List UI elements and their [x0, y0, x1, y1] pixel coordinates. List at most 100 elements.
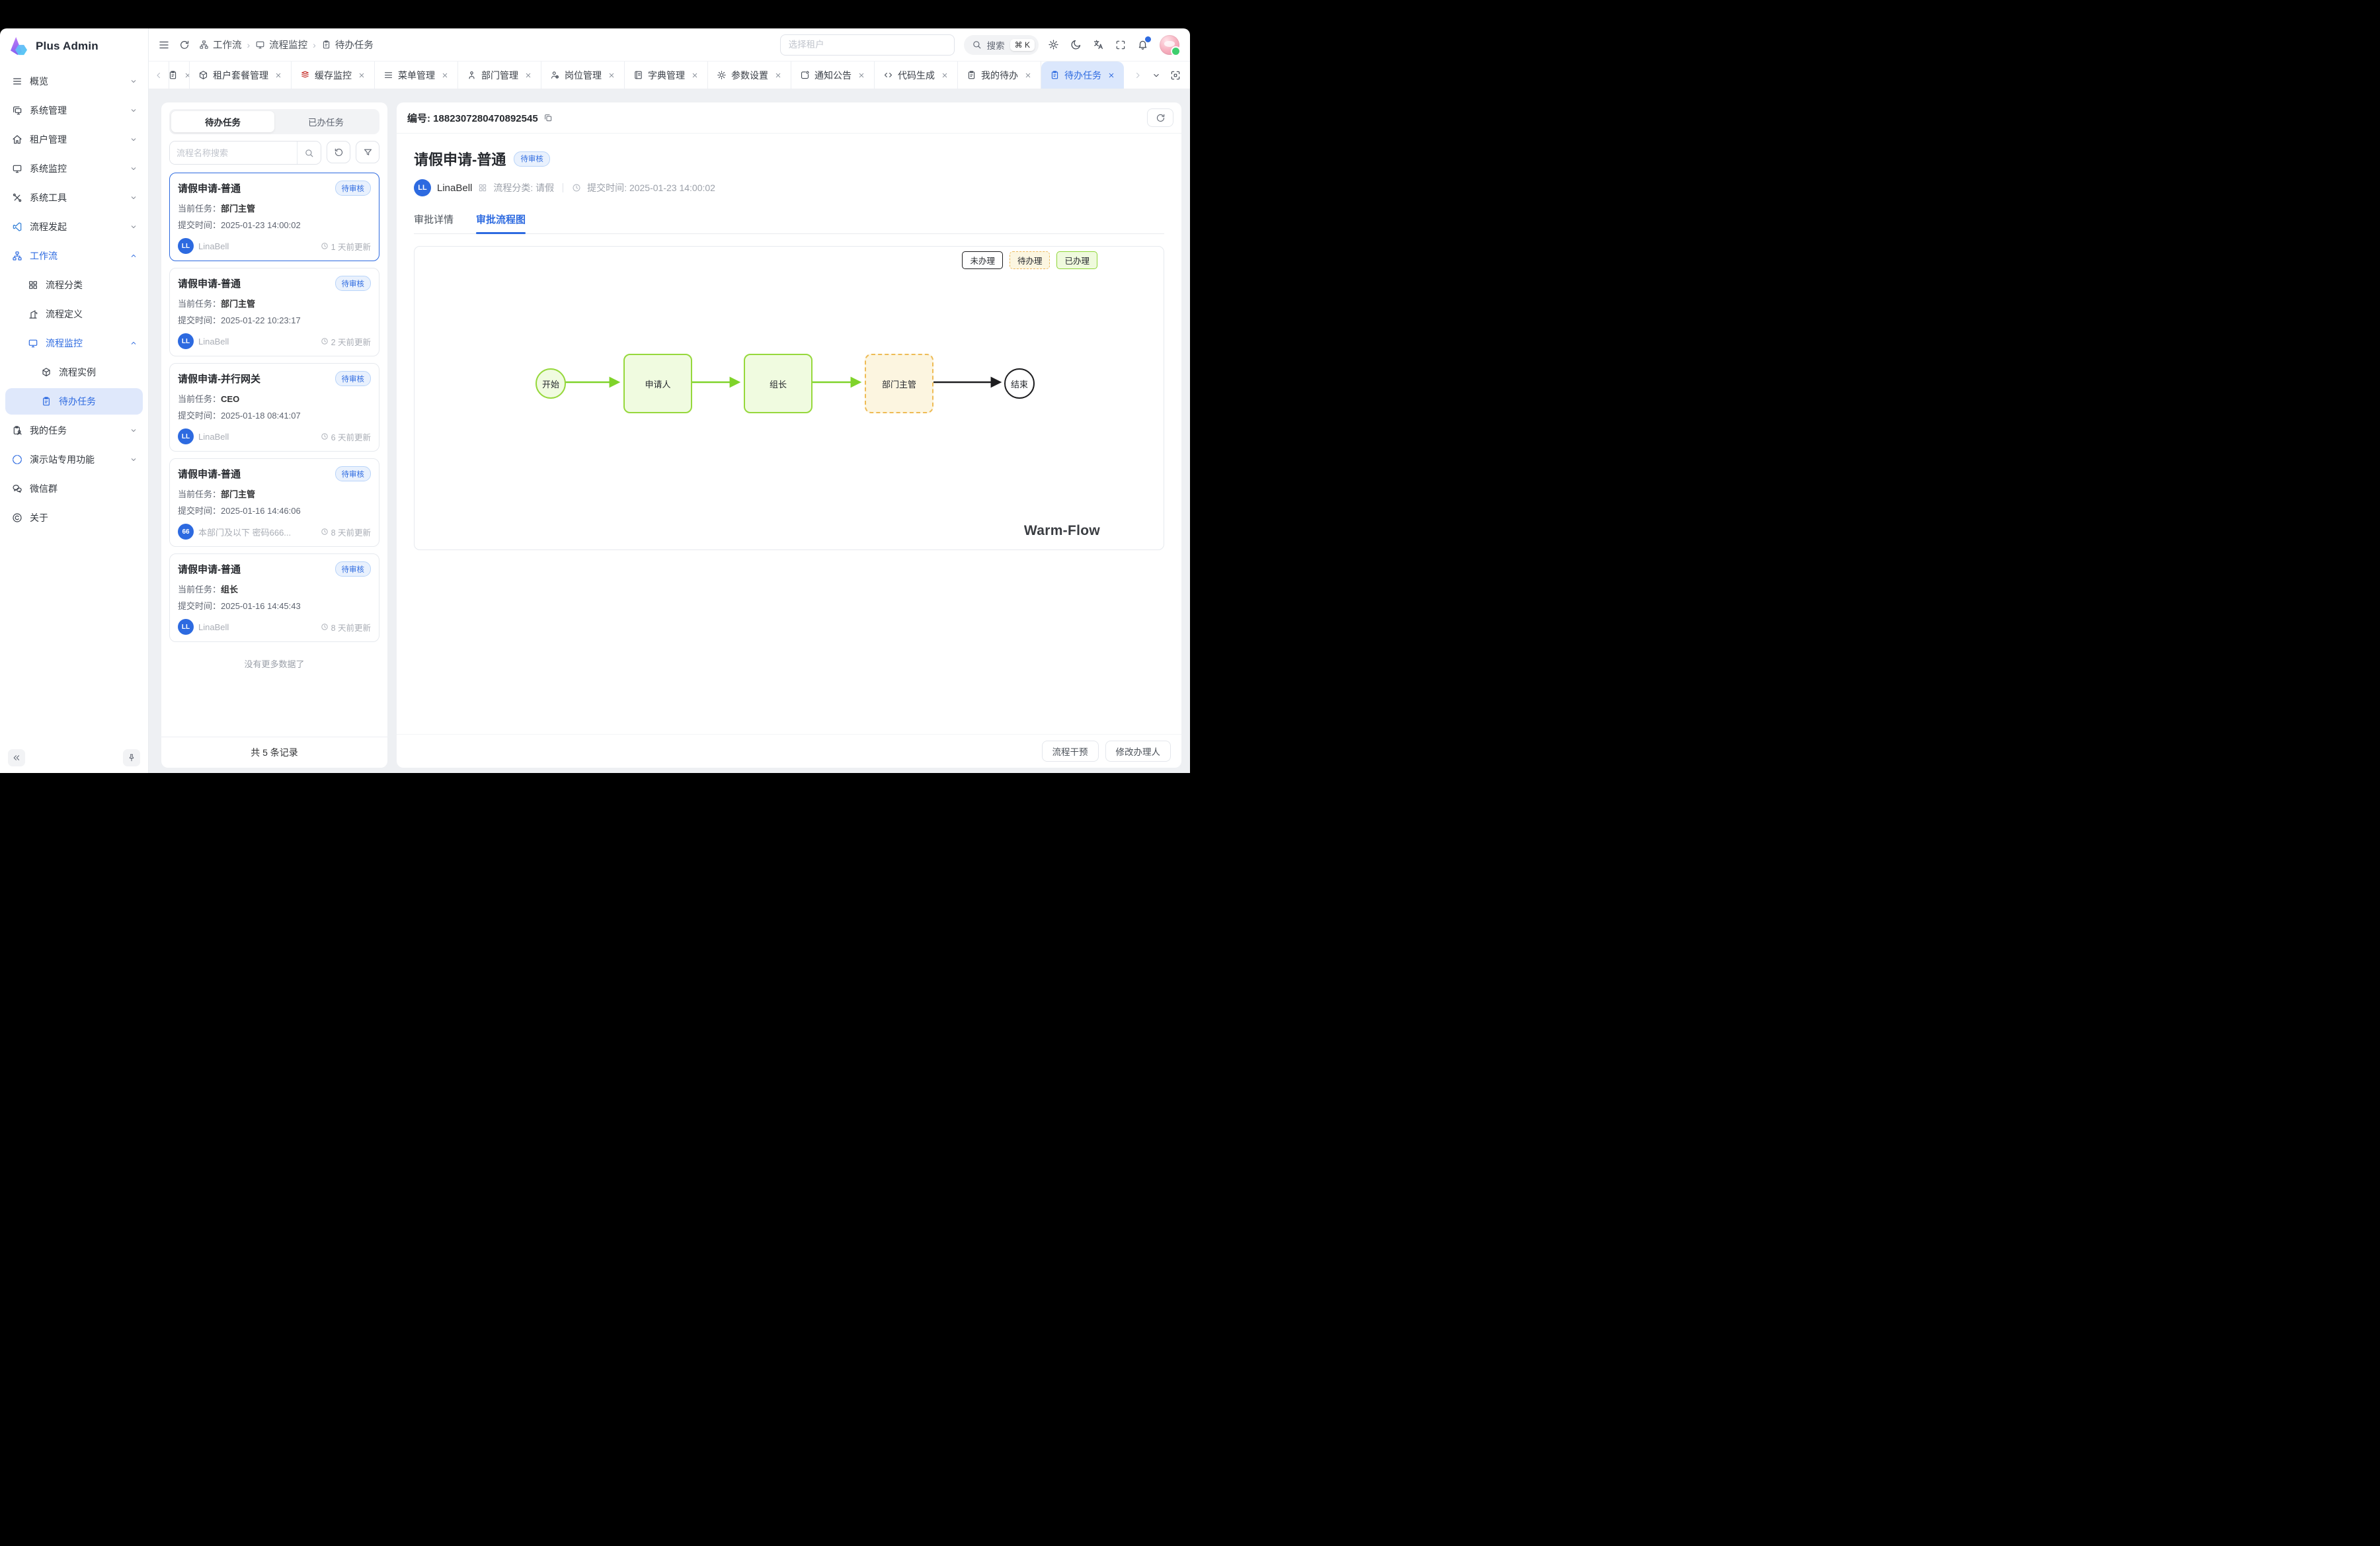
sidebar-item-demo-features[interactable]: 演示站专用功能: [5, 446, 143, 473]
close-icon[interactable]: [441, 71, 449, 79]
breadcrumb-process-monitor[interactable]: 流程监控: [255, 38, 307, 52]
close-icon[interactable]: [608, 71, 615, 79]
process-intervene-button[interactable]: 流程干预: [1042, 741, 1099, 762]
task-card[interactable]: 请假申请-普通 待审核 当前任务：组长 提交时间：2025-01-16 14:4…: [169, 553, 379, 642]
sidebar-item-system-monitor[interactable]: 系统监控: [5, 155, 143, 182]
tab-tenant-package[interactable]: 租户套餐管理: [190, 61, 292, 89]
home-icon: [12, 134, 22, 145]
sidebar-item-system-management[interactable]: 系统管理: [5, 97, 143, 124]
task-card[interactable]: 请假申请-并行网关 待审核 当前任务：CEO 提交时间：2025-01-18 0…: [169, 363, 379, 452]
tenant-select-input[interactable]: [780, 34, 955, 56]
tab-dict-management[interactable]: 字典管理: [625, 61, 708, 89]
gear-icon: [717, 70, 727, 80]
pin-sidebar-button[interactable]: [123, 749, 140, 766]
segment-todo-tasks[interactable]: 待办任务: [171, 111, 274, 132]
reset-button[interactable]: [327, 141, 350, 163]
tabs-dropdown-button[interactable]: [1152, 71, 1161, 80]
user-avatar[interactable]: [1160, 35, 1179, 55]
author-name: LinaBell: [437, 183, 472, 194]
task-card[interactable]: 请假申请-普通 待审核 当前任务：部门主管 提交时间：2025-01-23 14…: [169, 173, 379, 261]
process-name-search-input[interactable]: [170, 142, 297, 164]
tabs-scroll-right-button[interactable]: [1133, 71, 1142, 80]
segment-done-tasks[interactable]: 已办任务: [274, 111, 377, 132]
breadcrumb-workflow[interactable]: 工作流: [199, 38, 242, 52]
close-icon[interactable]: [941, 71, 949, 79]
clock-icon: [321, 242, 329, 250]
tab-code-generation[interactable]: 代码生成: [875, 61, 958, 89]
fullscreen-icon[interactable]: [1115, 40, 1126, 50]
tools-icon: [12, 192, 22, 203]
sidebar-item-workflow[interactable]: 工作流: [5, 243, 143, 269]
close-icon[interactable]: [857, 71, 865, 79]
filter-button[interactable]: [356, 141, 379, 163]
change-assignee-button[interactable]: 修改办理人: [1105, 741, 1171, 762]
sidebar-item-todo-tasks[interactable]: 待办任务: [5, 388, 143, 415]
hamburger-menu-icon[interactable]: [158, 39, 170, 51]
refresh-icon[interactable]: [179, 40, 190, 50]
tab-approval-detail[interactable]: 审批详情: [414, 212, 454, 233]
sidebar-item-wechat-group[interactable]: 微信群: [5, 475, 143, 502]
sidebar-item-process-definition[interactable]: 流程定义: [5, 301, 143, 327]
close-icon[interactable]: [774, 71, 782, 79]
flowchart-canvas[interactable]: 未办理 待办理 已办理: [414, 246, 1164, 550]
tab-notice-announcement[interactable]: 通知公告: [791, 61, 875, 89]
gear-icon[interactable]: [1048, 39, 1059, 50]
monitor-icon: [255, 40, 265, 50]
task-card[interactable]: 请假申请-普通 待审核 当前任务：部门主管 提交时间：2025-01-22 10…: [169, 268, 379, 356]
detail-body: 请假申请-普通 待审核 LL LinaBell 流程分类: 请假 提交时间: 2…: [397, 134, 1181, 734]
global-search-button[interactable]: 搜索 ⌘ K: [964, 35, 1039, 55]
tabs-scroll-left-button[interactable]: [149, 61, 169, 89]
detail-refresh-button[interactable]: [1147, 108, 1173, 127]
moon-icon[interactable]: [1070, 39, 1082, 50]
translate-icon[interactable]: [1093, 39, 1104, 50]
tab-my-todo[interactable]: 我的待办: [958, 61, 1041, 89]
sidebar-item-process-monitor[interactable]: 流程监控: [5, 330, 143, 356]
tab-param-settings[interactable]: 参数设置: [708, 61, 791, 89]
sidebar-item-process-category[interactable]: 流程分类: [5, 272, 143, 298]
close-icon[interactable]: [184, 71, 190, 79]
copy-icon[interactable]: [543, 113, 553, 122]
tab-todo-tasks-active[interactable]: 待办任务: [1041, 61, 1124, 89]
avatar: LL: [414, 179, 431, 196]
sidebar-item-overview[interactable]: 概览: [5, 68, 143, 95]
sidebar-item-my-tasks[interactable]: 我的任务: [5, 417, 143, 444]
collapse-sidebar-button[interactable]: [8, 749, 25, 766]
tab-post-management[interactable]: 岗位管理: [541, 61, 625, 89]
close-icon[interactable]: [274, 71, 282, 79]
tab-menu-management[interactable]: 菜单管理: [375, 61, 458, 89]
task-segmented-control: 待办任务 已办任务: [169, 109, 379, 134]
tab-partial[interactable]: [169, 61, 190, 89]
search-icon: [972, 40, 982, 50]
task-card[interactable]: 请假申请-普通 待审核 当前任务：部门主管 提交时间：2025-01-16 14…: [169, 458, 379, 547]
close-icon[interactable]: [1024, 71, 1032, 79]
flow-node-start[interactable]: 开始: [536, 368, 566, 399]
breadcrumb-todo-tasks[interactable]: 待办任务: [321, 38, 374, 52]
sidebar-item-about[interactable]: 关于: [5, 505, 143, 531]
sidebar-item-process-instance[interactable]: 流程实例: [5, 359, 143, 386]
close-icon[interactable]: [524, 71, 532, 79]
tab-approval-flowchart[interactable]: 审批流程图: [476, 212, 526, 233]
search-button[interactable]: [297, 142, 321, 164]
logo-row[interactable]: Plus Admin: [0, 28, 148, 64]
breadcrumb: 工作流 › 流程监控 › 待办任务: [199, 38, 374, 52]
flow-node-end[interactable]: 结束: [1004, 368, 1035, 399]
notifications-button[interactable]: [1137, 39, 1148, 50]
content-fullscreen-button[interactable]: [1170, 70, 1181, 81]
status-badge: 待审核: [335, 276, 372, 291]
flow-node-applicant[interactable]: 申请人: [623, 354, 692, 413]
tab-cache-monitor[interactable]: 缓存监控: [292, 61, 375, 89]
sidebar-item-tenant-management[interactable]: 租户管理: [5, 126, 143, 153]
sidebar-item-system-tools[interactable]: 系统工具: [5, 184, 143, 211]
wechat-icon: [12, 483, 22, 494]
code-icon: [883, 70, 893, 80]
chevron-down-icon: [130, 194, 138, 202]
flow-node-department-manager[interactable]: 部门主管: [865, 354, 933, 413]
clock-icon: [321, 528, 329, 536]
flow-node-team-leader[interactable]: 组长: [744, 354, 813, 413]
task-detail-panel: 编号: 1882307280470892545 请假申请-普通 待审核 LL L…: [397, 102, 1181, 768]
close-icon[interactable]: [691, 71, 699, 79]
close-icon[interactable]: [358, 71, 366, 79]
tab-department-management[interactable]: 部门管理: [458, 61, 541, 89]
close-icon[interactable]: [1107, 71, 1115, 79]
sidebar-item-process-initiate[interactable]: 流程发起: [5, 214, 143, 240]
